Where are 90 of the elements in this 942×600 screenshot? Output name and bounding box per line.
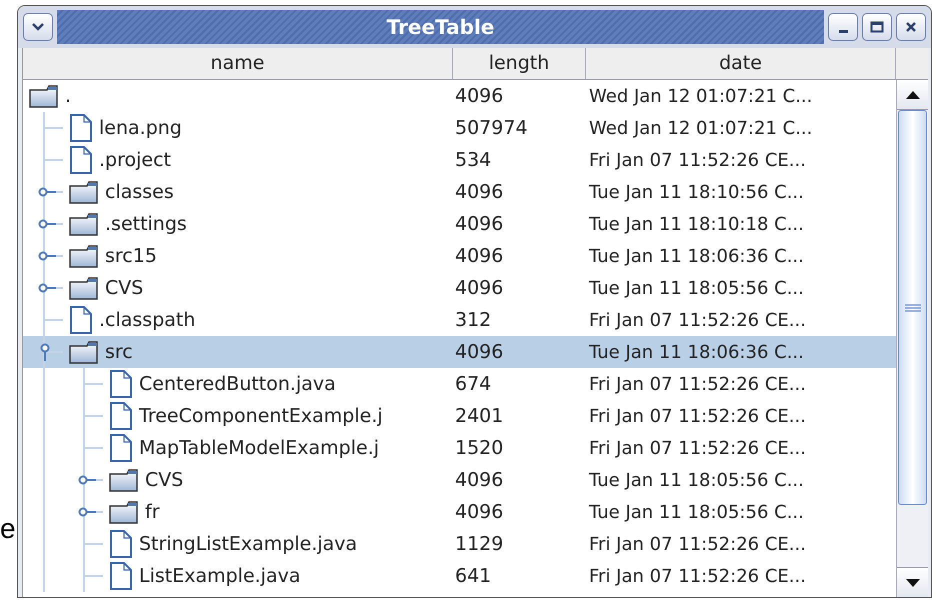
file-date: Tue Jan 11 18:10:56 C...	[589, 180, 804, 204]
folder-icon	[69, 180, 99, 204]
file-length: 1520	[455, 436, 504, 461]
folder-icon	[69, 276, 99, 300]
maximize-icon	[870, 21, 884, 33]
file-date: Fri Jan 07 11:52:26 CE...	[589, 372, 806, 396]
file-date: Fri Jan 07 11:52:26 CE...	[589, 148, 806, 172]
file-name: classes	[105, 180, 174, 205]
file-date: Tue Jan 11 18:05:56 C...	[589, 468, 804, 492]
file-name: CVS	[105, 276, 144, 301]
file-date: Tue Jan 11 18:10:18 C...	[589, 212, 804, 236]
file-length: 674	[455, 372, 492, 397]
expand-handle[interactable]	[78, 507, 96, 517]
file-date: Tue Jan 11 18:06:36 C...	[589, 340, 804, 364]
file-length: 641	[455, 564, 492, 589]
file-name: .settings	[105, 212, 187, 237]
scroll-down-button[interactable]	[897, 567, 928, 597]
file-length: 2401	[455, 404, 504, 429]
expand-handle[interactable]	[38, 187, 56, 197]
file-name: TreeComponentExample.j	[139, 404, 383, 429]
expand-handle[interactable]	[78, 475, 96, 485]
file-icon	[69, 306, 93, 334]
file-length: 312	[455, 308, 492, 333]
minimize-icon	[838, 30, 848, 32]
file-name: CenteredButton.java	[139, 372, 336, 397]
file-length: 1129	[455, 532, 504, 557]
file-length: 4096	[455, 468, 504, 493]
file-icon	[109, 562, 133, 590]
folder-icon	[69, 244, 99, 268]
scroll-up-button[interactable]	[897, 80, 928, 110]
column-header[interactable]: length	[453, 48, 586, 79]
file-date: Tue Jan 11 18:05:56 C...	[589, 276, 804, 300]
file-name: MapTableModelExample.j	[139, 436, 380, 461]
file-icon	[109, 530, 133, 558]
file-date: Fri Jan 07 11:52:26 CE...	[589, 532, 806, 556]
file-name: ListExample.java	[139, 564, 300, 589]
expand-handle[interactable]	[38, 283, 56, 293]
expand-handle[interactable]	[38, 219, 56, 229]
close-button[interactable]	[896, 13, 926, 41]
window-menu-button[interactable]	[23, 13, 53, 41]
file-name: .classpath	[99, 308, 196, 333]
file-name: StringListExample.java	[139, 532, 358, 557]
file-name: .project	[99, 148, 171, 173]
file-name: src15	[105, 244, 157, 269]
file-length: 4096	[455, 500, 504, 525]
file-date: Tue Jan 11 18:06:36 C...	[589, 244, 804, 268]
file-icon	[109, 402, 133, 430]
close-icon	[905, 21, 917, 33]
file-date: Tue Jan 11 18:05:56 C...	[589, 500, 804, 524]
background-letter: e	[0, 515, 16, 543]
file-name: fr	[145, 500, 160, 525]
file-length: 4096	[455, 244, 504, 269]
file-date: Fri Jan 07 11:52:26 CE...	[589, 436, 806, 460]
file-date: Wed Jan 12 01:07:21 C...	[589, 84, 812, 108]
grip-icon	[904, 304, 920, 312]
file-length: 4096	[455, 212, 504, 237]
tree-row[interactable]: src 4096 Tue Jan 11 18:06:36 C...	[23, 336, 896, 368]
file-date: Fri Jan 07 11:52:26 CE...	[589, 308, 806, 332]
down-arrow-icon	[906, 578, 920, 586]
collapse-handle[interactable]	[39, 343, 51, 361]
folder-icon	[69, 340, 99, 364]
folder-icon	[29, 84, 59, 108]
window-title: TreeTable	[386, 14, 494, 41]
file-icon	[69, 114, 93, 142]
file-name: CVS	[145, 468, 184, 493]
file-length: 4096	[455, 84, 504, 109]
file-icon	[69, 146, 93, 174]
maximize-button[interactable]	[862, 13, 892, 41]
scroll-thumb[interactable]	[898, 110, 927, 505]
file-length: 4096	[455, 180, 504, 205]
folder-icon	[69, 212, 99, 236]
file-date: Fri Jan 07 11:52:26 CE...	[589, 404, 806, 428]
expand-handle[interactable]	[38, 251, 56, 261]
file-name: src	[105, 340, 133, 365]
file-date: Wed Jan 12 01:07:21 C...	[589, 116, 812, 140]
folder-icon	[109, 468, 139, 492]
file-name: lena.png	[99, 116, 182, 141]
file-icon	[109, 434, 133, 462]
minimize-button[interactable]	[828, 13, 858, 41]
file-length: 4096	[455, 340, 504, 365]
file-date: Fri Jan 07 11:52:26 CE...	[589, 564, 806, 588]
folder-icon	[109, 500, 139, 524]
file-name: .	[65, 84, 72, 109]
file-length: 4096	[455, 276, 504, 301]
file-length: 507974	[455, 116, 528, 141]
file-length: 534	[455, 148, 492, 173]
file-icon	[109, 370, 133, 398]
chevron-down-icon	[31, 22, 45, 32]
up-arrow-icon	[906, 90, 920, 98]
column-header[interactable]: name	[23, 48, 453, 79]
